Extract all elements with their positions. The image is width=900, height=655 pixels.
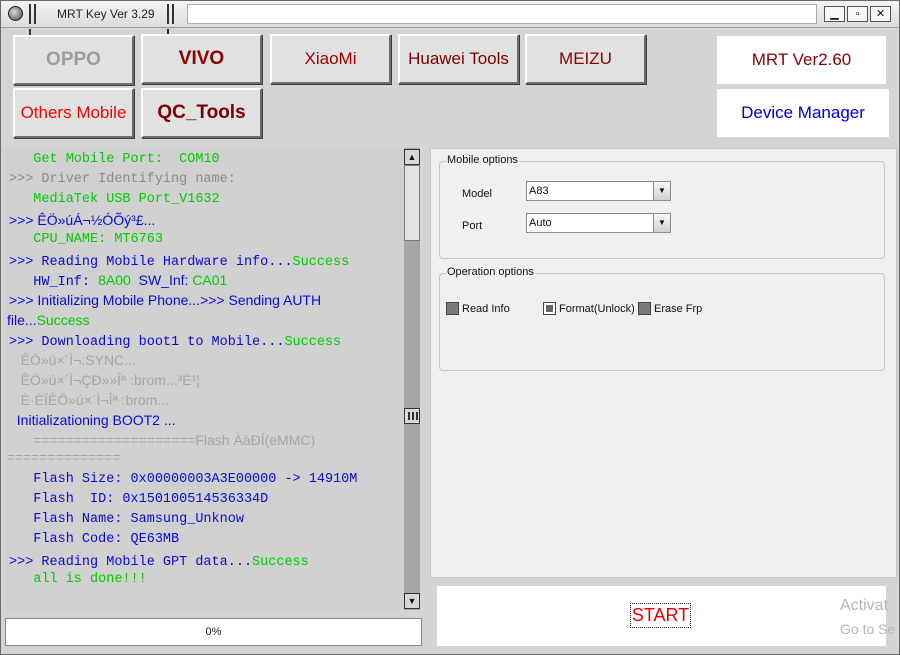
log-output[interactable]: Get Mobile Port: COM10 >>> Driver Identi… <box>4 148 404 610</box>
activation-watermark-line1: Activat <box>840 597 889 614</box>
qc-tools-button[interactable]: QC_Tools <box>141 88 262 138</box>
version-label: MRT Ver2.60 <box>717 36 886 84</box>
scroll-thumb[interactable] <box>404 165 420 241</box>
read-info-checkbox[interactable]: Read Info <box>446 302 510 315</box>
port-select[interactable]: Auto ▼ <box>526 213 671 233</box>
window-controls: ▁ ▫ ✕ <box>824 6 891 22</box>
app-window: MRT Key Ver 3.29 ▁ ▫ ✕ OPPO VIVO XiaoMi … <box>0 0 900 655</box>
port-label: Port <box>462 220 483 232</box>
progress-text: 0% <box>205 626 222 638</box>
log-line: ============== <box>7 452 121 467</box>
title-fill <box>187 4 817 24</box>
options-panel: Mobile options Model A83 ▼ Port Auto ▼ O… <box>430 148 897 578</box>
log-line: >>> Driver Identifying name: <box>9 172 236 187</box>
title-stripes-left <box>29 4 43 49</box>
log-line: È·ÈÏÊÖ»ú×´Ì¬Îª :brom... <box>9 392 170 408</box>
log-line: ÊÖ»ú×´Ì¬ÇÐ»»Îª :brom...³É¹¦ <box>9 372 200 388</box>
log-line: MediaTek USB Port_V1632 <box>9 192 220 207</box>
checkbox-checked-icon[interactable] <box>543 302 556 315</box>
erase-frp-checkbox[interactable]: Erase Frp <box>638 302 702 315</box>
log-line: >>> ÊÖ»úÁ¬½ÓÕý³£... <box>9 212 156 228</box>
log-line: >>> Initializing Mobile Phone...>>> Send… <box>9 292 322 308</box>
oppo-button[interactable]: OPPO <box>13 35 134 85</box>
title-bar[interactable]: MRT Key Ver 3.29 ▁ ▫ ✕ <box>1 1 899 49</box>
mobile-options-title: Mobile options <box>446 154 519 166</box>
format-unlock-checkbox[interactable]: Format(Unlock) <box>543 302 635 315</box>
log-line: Flash Size: 0x00000003A3E00000 -> 14910M <box>9 472 358 487</box>
scroll-up-arrow-icon[interactable]: ▲ <box>404 149 420 165</box>
app-icon[interactable] <box>8 6 23 21</box>
progress-bar: 0% <box>5 618 422 646</box>
chevron-down-icon[interactable]: ▼ <box>653 182 670 200</box>
checkbox-icon[interactable] <box>638 302 651 315</box>
log-line: >>> Reading Mobile Hardware info...Succe… <box>9 255 350 270</box>
log-line: >>> Downloading boot1 to Mobile...Succes… <box>9 335 342 350</box>
close-button[interactable]: ✕ <box>870 6 891 22</box>
title-stripes-right <box>167 4 181 49</box>
log-line: HW_Inf: 8A00 SW_Inf: CA01 <box>9 272 228 290</box>
meizu-button[interactable]: MEIZU <box>525 34 646 84</box>
model-label: Model <box>462 188 492 200</box>
mobile-options-group: Mobile options Model A83 ▼ Port Auto ▼ <box>439 154 885 259</box>
checkbox-icon[interactable] <box>446 302 459 315</box>
log-line: file...Success <box>7 312 90 328</box>
log-line: all is done!!! <box>9 572 147 587</box>
minimize-button[interactable]: ▁ <box>824 6 845 22</box>
log-scrollbar[interactable]: ▲ ▼ <box>404 148 420 610</box>
model-select[interactable]: A83 ▼ <box>526 181 671 201</box>
log-line: ====================Flash ÀàÐÍ(eMMC) <box>9 432 316 450</box>
log-line: Flash Name: Samsung_Unknow <box>9 512 244 527</box>
log-line: Initializationing BOOT2 ... <box>9 412 176 428</box>
restore-button[interactable]: ▫ <box>847 6 868 22</box>
start-button[interactable]: START <box>630 603 691 628</box>
port-value: Auto <box>529 217 552 229</box>
log-line: Flash ID: 0x150100514536334D <box>9 492 269 507</box>
scroll-grip-icon[interactable] <box>404 408 420 424</box>
log-line: Get Mobile Port: COM10 <box>9 152 220 167</box>
vivo-button[interactable]: VIVO <box>141 34 262 84</box>
operation-options-group: Operation options Read Info Format(Unloc… <box>439 266 885 371</box>
log-line: CPU_NAME: MT6763 <box>9 232 163 247</box>
log-line: Flash Code: QE63MB <box>9 532 180 547</box>
log-line: >>> Reading Mobile GPT data...Success <box>9 555 309 570</box>
xiaomi-button[interactable]: XiaoMi <box>270 34 391 84</box>
scroll-down-arrow-icon[interactable]: ▼ <box>404 593 420 609</box>
model-value: A83 <box>529 185 549 197</box>
others-mobile-button[interactable]: Others Mobile <box>13 88 134 138</box>
operation-options-title: Operation options <box>446 266 535 278</box>
window-title: MRT Key Ver 3.29 <box>57 7 155 21</box>
device-manager-button[interactable]: Device Manager <box>717 89 889 137</box>
huawei-tools-button[interactable]: Huawei Tools <box>398 34 519 84</box>
chevron-down-icon[interactable]: ▼ <box>653 214 670 232</box>
activation-watermark-line2: Go to Se <box>840 621 896 637</box>
log-line: ÊÖ»ú×´Ì¬:SYNC... <box>9 352 136 368</box>
start-area: START <box>437 586 886 646</box>
